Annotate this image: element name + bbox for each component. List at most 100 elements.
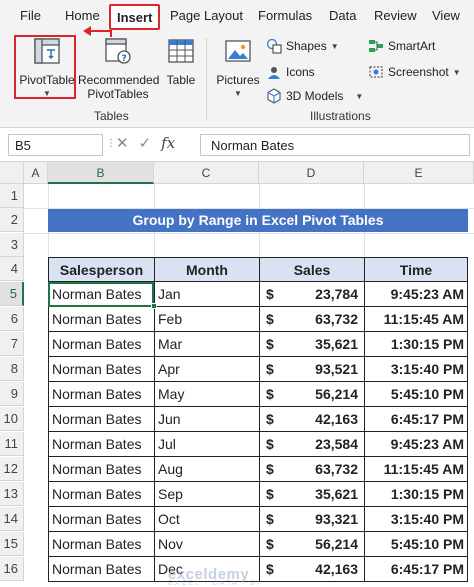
formula-input[interactable]: Norman Bates <box>200 134 470 156</box>
svg-text:?: ? <box>122 54 127 64</box>
row-header[interactable]: 13 <box>0 482 24 506</box>
cell-time[interactable]: 5:45:10 PM <box>364 532 468 557</box>
row-header-selected[interactable]: 5 <box>0 282 24 306</box>
row-header[interactable]: 14 <box>0 507 24 531</box>
cell-sales[interactable]: $56,214 <box>259 532 364 557</box>
table-button[interactable]: Table <box>162 36 200 87</box>
row-header[interactable]: 12 <box>0 457 24 481</box>
cell-sales[interactable]: $23,584 <box>259 432 364 457</box>
column-header-b[interactable]: B <box>48 162 154 184</box>
cancel-icon[interactable]: ✕ <box>116 134 129 152</box>
cell-month[interactable]: Nov <box>154 532 259 557</box>
name-box-chevron-icon[interactable]: ⋮ <box>106 138 116 149</box>
cell-salesperson[interactable]: Norman Bates <box>48 507 154 532</box>
cell-sales[interactable]: $93,521 <box>259 357 364 382</box>
cell-time[interactable]: 9:45:23 AM <box>364 282 468 307</box>
gridline <box>24 233 474 234</box>
row-header[interactable]: 10 <box>0 407 24 431</box>
confirm-icon[interactable]: ✓ <box>139 134 152 152</box>
select-all-corner[interactable] <box>0 162 24 184</box>
screenshot-icon <box>369 66 383 78</box>
3d-models-button[interactable]: 3D Models ▼ <box>266 88 363 104</box>
cell-month[interactable]: Aug <box>154 457 259 482</box>
cell-salesperson[interactable]: Norman Bates <box>48 457 154 482</box>
tab-page-layout[interactable]: Page Layout <box>170 8 243 23</box>
cell-month[interactable]: Mar <box>154 332 259 357</box>
row-header[interactable]: 3 <box>0 233 24 257</box>
shapes-button[interactable]: Shapes ▼ <box>266 38 339 54</box>
cell-time[interactable]: 3:15:40 PM <box>364 357 468 382</box>
row-header[interactable]: 7 <box>0 332 24 356</box>
tab-review[interactable]: Review <box>374 8 417 23</box>
recommended-pivottables-button[interactable]: ? Recommended PivotTables <box>78 36 159 101</box>
cell-sales[interactable]: $63,732 <box>259 307 364 332</box>
tab-view[interactable]: View <box>432 8 460 23</box>
row-header[interactable]: 2 <box>0 208 24 232</box>
cell-month[interactable]: Jun <box>154 407 259 432</box>
cell-month[interactable]: Sep <box>154 482 259 507</box>
header-sales[interactable]: Sales <box>259 257 364 282</box>
pictures-button[interactable]: Pictures ▼ <box>214 36 262 101</box>
tab-file[interactable]: File <box>20 8 41 23</box>
insert-function-icon[interactable]: fx <box>161 134 175 152</box>
cell-salesperson[interactable]: Norman Bates <box>48 332 154 357</box>
header-salesperson[interactable]: Salesperson <box>48 257 154 282</box>
cell-salesperson[interactable]: Norman Bates <box>48 532 154 557</box>
row-header[interactable]: 8 <box>0 357 24 381</box>
icons-button[interactable]: Icons <box>266 64 315 80</box>
cell-month[interactable]: Feb <box>154 307 259 332</box>
cell-sales[interactable]: $23,784 <box>259 282 364 307</box>
tab-insert[interactable]: Insert <box>109 4 161 30</box>
row-header[interactable]: 15 <box>0 532 24 556</box>
cell-salesperson[interactable]: Norman Bates <box>48 307 154 332</box>
column-header-c[interactable]: C <box>154 162 259 184</box>
row-header[interactable]: 6 <box>0 307 24 331</box>
cell-salesperson[interactable]: Norman Bates <box>48 357 154 382</box>
cell-time[interactable]: 5:45:10 PM <box>364 382 468 407</box>
cell-sales[interactable]: $42,163 <box>259 557 364 582</box>
cell-month[interactable]: Jul <box>154 432 259 457</box>
row-header[interactable]: 1 <box>0 184 24 208</box>
cell-month[interactable]: Oct <box>154 507 259 532</box>
screenshot-button[interactable]: Screenshot ▼ <box>368 64 461 80</box>
row-header[interactable]: 9 <box>0 382 24 406</box>
cell-time[interactable]: 1:30:15 PM <box>364 482 468 507</box>
cell-time[interactable]: 3:15:40 PM <box>364 507 468 532</box>
cell-salesperson[interactable]: Norman Bates <box>48 382 154 407</box>
cell-salesperson[interactable]: Norman Bates <box>48 407 154 432</box>
cell-time[interactable]: 11:15:45 AM <box>364 457 468 482</box>
tab-data[interactable]: Data <box>329 8 356 23</box>
row-header[interactable]: 11 <box>0 432 24 456</box>
tab-formulas[interactable]: Formulas <box>258 8 312 23</box>
cell-sales[interactable]: $42,163 <box>259 407 364 432</box>
cell-month[interactable]: Jan <box>154 282 259 307</box>
cell-sales[interactable]: $93,321 <box>259 507 364 532</box>
cell-month[interactable]: Apr <box>154 357 259 382</box>
smartart-button[interactable]: SmartArt <box>368 38 435 54</box>
cell-sales[interactable]: $35,621 <box>259 482 364 507</box>
cell-salesperson[interactable]: Norman Bates <box>48 482 154 507</box>
cell-sales[interactable]: $35,621 <box>259 332 364 357</box>
column-header-d[interactable]: D <box>259 162 364 184</box>
header-month[interactable]: Month <box>154 257 259 282</box>
row-header[interactable]: 16 <box>0 557 24 581</box>
tab-home[interactable]: Home <box>65 8 100 23</box>
cell-salesperson[interactable]: Norman Bates <box>48 557 154 582</box>
header-time[interactable]: Time <box>364 257 468 282</box>
column-header-e[interactable]: E <box>364 162 474 184</box>
cell-sales[interactable]: $56,214 <box>259 382 364 407</box>
row-header[interactable]: 4 <box>0 257 24 281</box>
sales-value: 35,621 <box>315 486 358 502</box>
cell-time[interactable]: 6:45:17 PM <box>364 407 468 432</box>
cell-sales[interactable]: $63,732 <box>259 457 364 482</box>
name-box[interactable]: B5 <box>8 134 103 156</box>
cell-time[interactable]: 1:30:15 PM <box>364 332 468 357</box>
currency-symbol: $ <box>266 486 274 502</box>
fill-handle[interactable] <box>151 303 157 309</box>
cell-month[interactable]: May <box>154 382 259 407</box>
cell-time[interactable]: 11:15:45 AM <box>364 307 468 332</box>
cell-time[interactable]: 6:45:17 PM <box>364 557 468 582</box>
column-header-a[interactable]: A <box>24 162 48 184</box>
cell-time[interactable]: 9:45:23 AM <box>364 432 468 457</box>
cell-salesperson[interactable]: Norman Bates <box>48 432 154 457</box>
